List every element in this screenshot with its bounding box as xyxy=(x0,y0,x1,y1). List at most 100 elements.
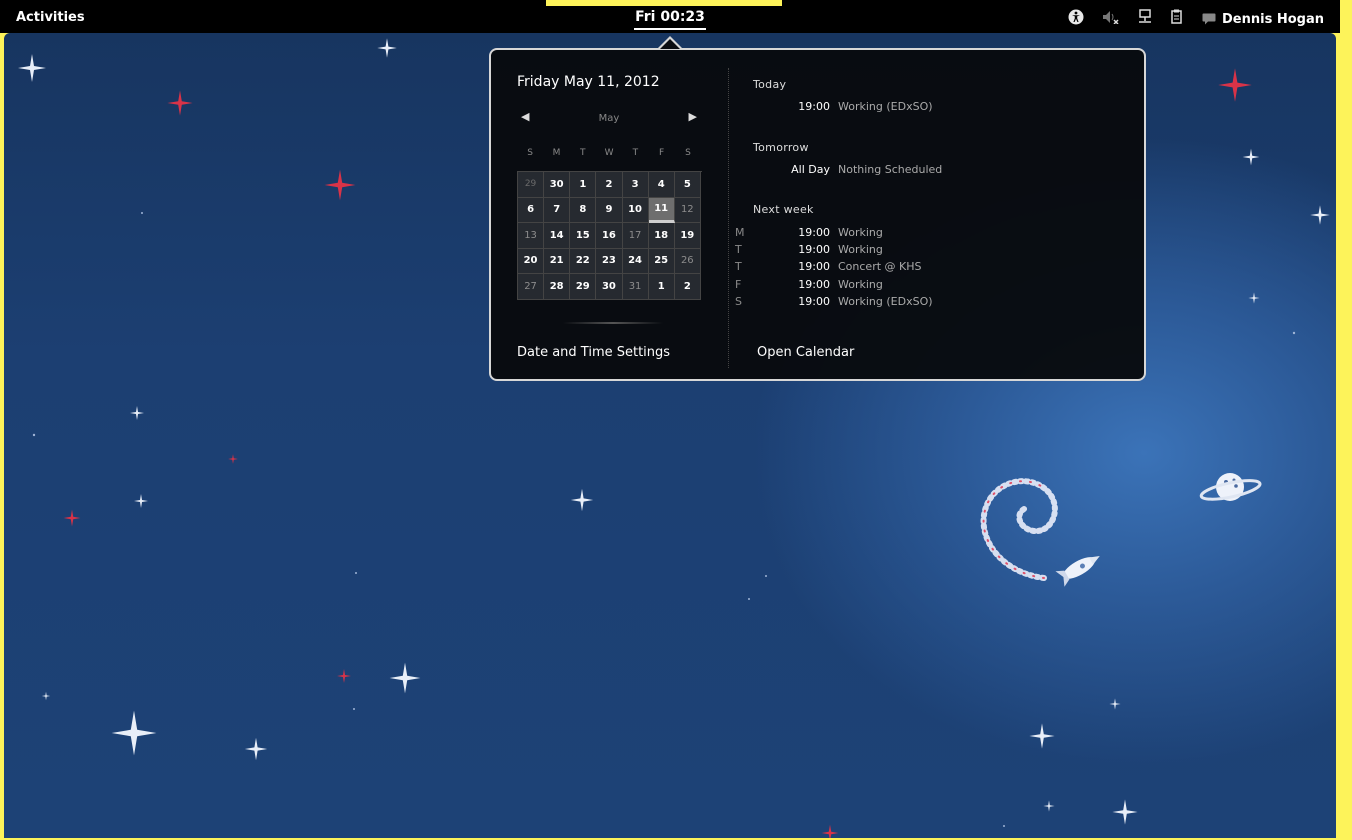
event-name: Nothing Scheduled xyxy=(838,163,943,176)
user-menu[interactable]: Dennis Hogan xyxy=(1202,12,1324,27)
event-time: 19:00 xyxy=(798,278,830,291)
calendar-day[interactable]: 29 xyxy=(518,172,545,198)
calendar-day[interactable]: 13 xyxy=(518,223,545,249)
calendar-week: 13 14 15 16 17 18 19 xyxy=(518,223,702,249)
weekday-label: M xyxy=(552,148,561,158)
calendar-day[interactable]: 12 xyxy=(674,197,701,223)
calendar-day[interactable]: 24 xyxy=(622,248,649,274)
calendar-day[interactable]: 23 xyxy=(596,248,623,274)
event-item[interactable]: F 19:00 Working xyxy=(735,278,1135,294)
today-header: Today xyxy=(753,78,787,91)
rocket-graphic xyxy=(1055,556,1100,587)
calendar-day[interactable]: 17 xyxy=(622,223,649,249)
calendar-day[interactable]: 29 xyxy=(570,274,597,300)
calendar-day[interactable]: 30 xyxy=(544,172,571,198)
calendar-day[interactable]: 15 xyxy=(570,223,597,249)
calendar-date-title: Friday May 11, 2012 xyxy=(517,74,660,90)
event-item[interactable]: M 19:00 Working xyxy=(735,226,1135,242)
month-name: May xyxy=(598,113,620,124)
calendar-day[interactable]: 21 xyxy=(544,248,571,274)
calendar-day[interactable]: 1 xyxy=(570,172,597,198)
event-name: Working (EDxSO) xyxy=(838,295,933,308)
event-time: 19:00 xyxy=(798,226,830,239)
accessibility-icon[interactable] xyxy=(1068,9,1084,29)
calendar-day[interactable]: 31 xyxy=(622,274,649,300)
event-day: F xyxy=(735,278,742,291)
open-calendar-button[interactable]: Open Calendar xyxy=(757,345,854,360)
weekday-label: T xyxy=(579,148,586,158)
weekday-label: S xyxy=(527,148,533,158)
tomorrow-header: Tomorrow xyxy=(753,141,809,154)
calendar-day[interactable]: 16 xyxy=(596,223,623,249)
volume-muted-icon[interactable] xyxy=(1102,10,1120,28)
event-name: Working (EDxSO) xyxy=(838,100,933,113)
calendar-day[interactable]: 27 xyxy=(518,274,545,300)
calendar-day[interactable]: 28 xyxy=(544,274,571,300)
separator xyxy=(563,322,663,324)
weekday-header: S M T W T F S xyxy=(517,148,701,158)
event-time: 19:00 xyxy=(798,243,830,256)
calendar-day[interactable]: 2 xyxy=(674,274,701,300)
system-tray: Dennis Hogan xyxy=(1068,9,1324,29)
event-item[interactable]: All Day Nothing Scheduled xyxy=(735,163,1135,179)
calendar-week: 29 30 1 2 3 4 5 xyxy=(518,172,702,198)
event-name: Concert @ KHS xyxy=(838,260,922,273)
calendar-day[interactable]: 2 xyxy=(596,172,623,198)
calendar-day[interactable]: 3 xyxy=(622,172,649,198)
popup-arrow-inner xyxy=(660,39,680,49)
event-time: 19:00 xyxy=(798,260,830,273)
top-panel: Activities Fri 00:23 Dennis Hogan xyxy=(0,0,1340,33)
event-name: Working xyxy=(838,243,883,256)
event-item[interactable]: 19:00 Working (EDxSO) xyxy=(735,100,1135,116)
event-name: Working xyxy=(838,278,883,291)
calendar-day[interactable]: 9 xyxy=(596,197,623,223)
activities-button[interactable]: Activities xyxy=(16,10,85,25)
event-item[interactable]: S 19:00 Working (EDxSO) xyxy=(735,295,1135,311)
calendar-day[interactable]: 6 xyxy=(518,197,545,223)
calendar-day-selected[interactable]: 11 xyxy=(648,197,675,223)
chat-icon xyxy=(1202,13,1216,25)
event-item[interactable]: T 19:00 Concert @ KHS xyxy=(735,260,1135,276)
calendar-day[interactable]: 1 xyxy=(648,274,675,300)
calendar-day[interactable]: 10 xyxy=(622,197,649,223)
calendar-grid: 29 30 1 2 3 4 5 6 7 8 9 10 11 12 13 14 1… xyxy=(517,171,702,300)
calendar-day[interactable]: 25 xyxy=(648,248,675,274)
month-navigation: ◀ May ▶ xyxy=(517,110,701,130)
event-day: M xyxy=(735,226,745,239)
date-time-settings-button[interactable]: Date and Time Settings xyxy=(517,345,670,360)
planet-graphic xyxy=(1199,473,1262,501)
weekday-label: S xyxy=(685,148,691,158)
calendar-day[interactable]: 30 xyxy=(596,274,623,300)
calendar-week: 6 7 8 9 10 11 12 xyxy=(518,197,702,223)
clock-button[interactable]: Fri 00:23 xyxy=(634,9,706,30)
calendar-day[interactable]: 4 xyxy=(648,172,675,198)
column-divider xyxy=(728,68,729,368)
calendar-day[interactable]: 18 xyxy=(648,223,675,249)
calendar-day[interactable]: 20 xyxy=(518,248,545,274)
calendar-day[interactable]: 5 xyxy=(674,172,701,198)
calendar-popup: Friday May 11, 2012 ◀ May ▶ S M T W T F … xyxy=(489,48,1146,381)
calendar-week: 27 28 29 30 31 1 2 xyxy=(518,274,702,300)
next-week-header: Next week xyxy=(753,203,814,216)
event-time: All Day xyxy=(791,163,830,176)
calendar-day[interactable]: 26 xyxy=(674,248,701,274)
event-item[interactable]: T 19:00 Working xyxy=(735,243,1135,259)
weekday-label: T xyxy=(632,148,639,158)
event-time: 19:00 xyxy=(798,100,830,113)
calendar-week: 20 21 22 23 24 25 26 xyxy=(518,248,702,274)
calendar-day[interactable]: 8 xyxy=(570,197,597,223)
network-wired-icon[interactable] xyxy=(1138,9,1152,29)
calendar-day[interactable]: 14 xyxy=(544,223,571,249)
calendar-day[interactable]: 22 xyxy=(570,248,597,274)
highlight-marker xyxy=(546,0,782,6)
calendar-day[interactable]: 19 xyxy=(674,223,701,249)
user-name: Dennis Hogan xyxy=(1222,11,1324,27)
event-day: S xyxy=(735,295,742,308)
event-day: T xyxy=(735,260,742,273)
event-time: 19:00 xyxy=(798,295,830,308)
swirl-graphic xyxy=(980,478,1058,581)
calendar-day[interactable]: 7 xyxy=(544,197,571,223)
clipboard-icon[interactable] xyxy=(1170,9,1184,29)
next-month-icon[interactable]: ▶ xyxy=(689,110,697,123)
event-name: Working xyxy=(838,226,883,239)
